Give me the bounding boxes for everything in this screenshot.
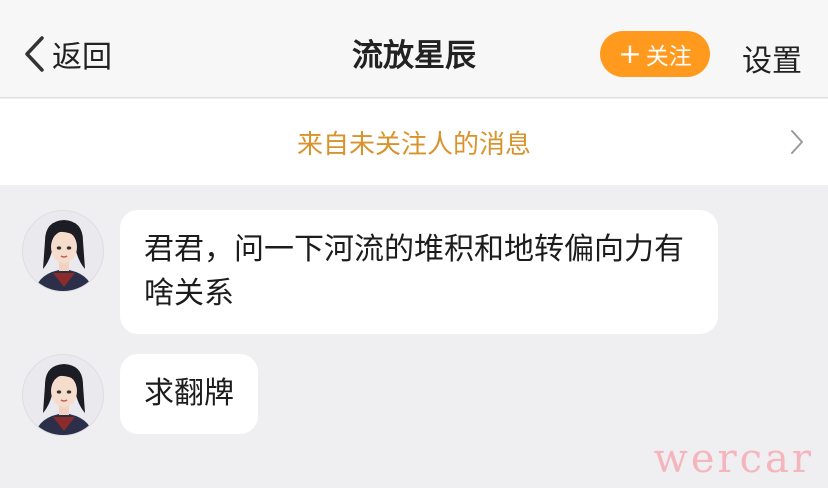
navigation-bar: 返回 流放星辰 + 关注 设置 — [0, 0, 828, 98]
message-bubble[interactable]: 求翻牌 — [120, 354, 258, 434]
back-button[interactable]: 返回 — [22, 32, 112, 76]
follow-label: 关注 — [645, 44, 692, 70]
plus-icon: + — [618, 37, 642, 70]
notice-text: 来自未关注人的消息 — [296, 129, 531, 160]
avatar[interactable] — [22, 354, 104, 436]
chevron-right-icon — [791, 130, 803, 154]
message-row: 君君，问一下河流的堆积和地转偏向力有啥关系 — [22, 210, 718, 334]
back-label: 返回 — [52, 40, 112, 75]
watermark: wercar — [653, 436, 814, 482]
follow-button[interactable]: + 关注 — [600, 31, 710, 77]
avatar[interactable] — [22, 210, 104, 292]
avatar-image — [23, 355, 103, 435]
avatar-image — [23, 211, 103, 291]
chevron-left-icon — [25, 36, 44, 72]
stranger-message-notice[interactable]: 来自未关注人的消息 — [0, 99, 828, 185]
message-bubble[interactable]: 君君，问一下河流的堆积和地转偏向力有啥关系 — [120, 210, 718, 334]
message-row: 求翻牌 — [22, 354, 258, 436]
settings-button[interactable]: 设置 — [742, 36, 802, 80]
